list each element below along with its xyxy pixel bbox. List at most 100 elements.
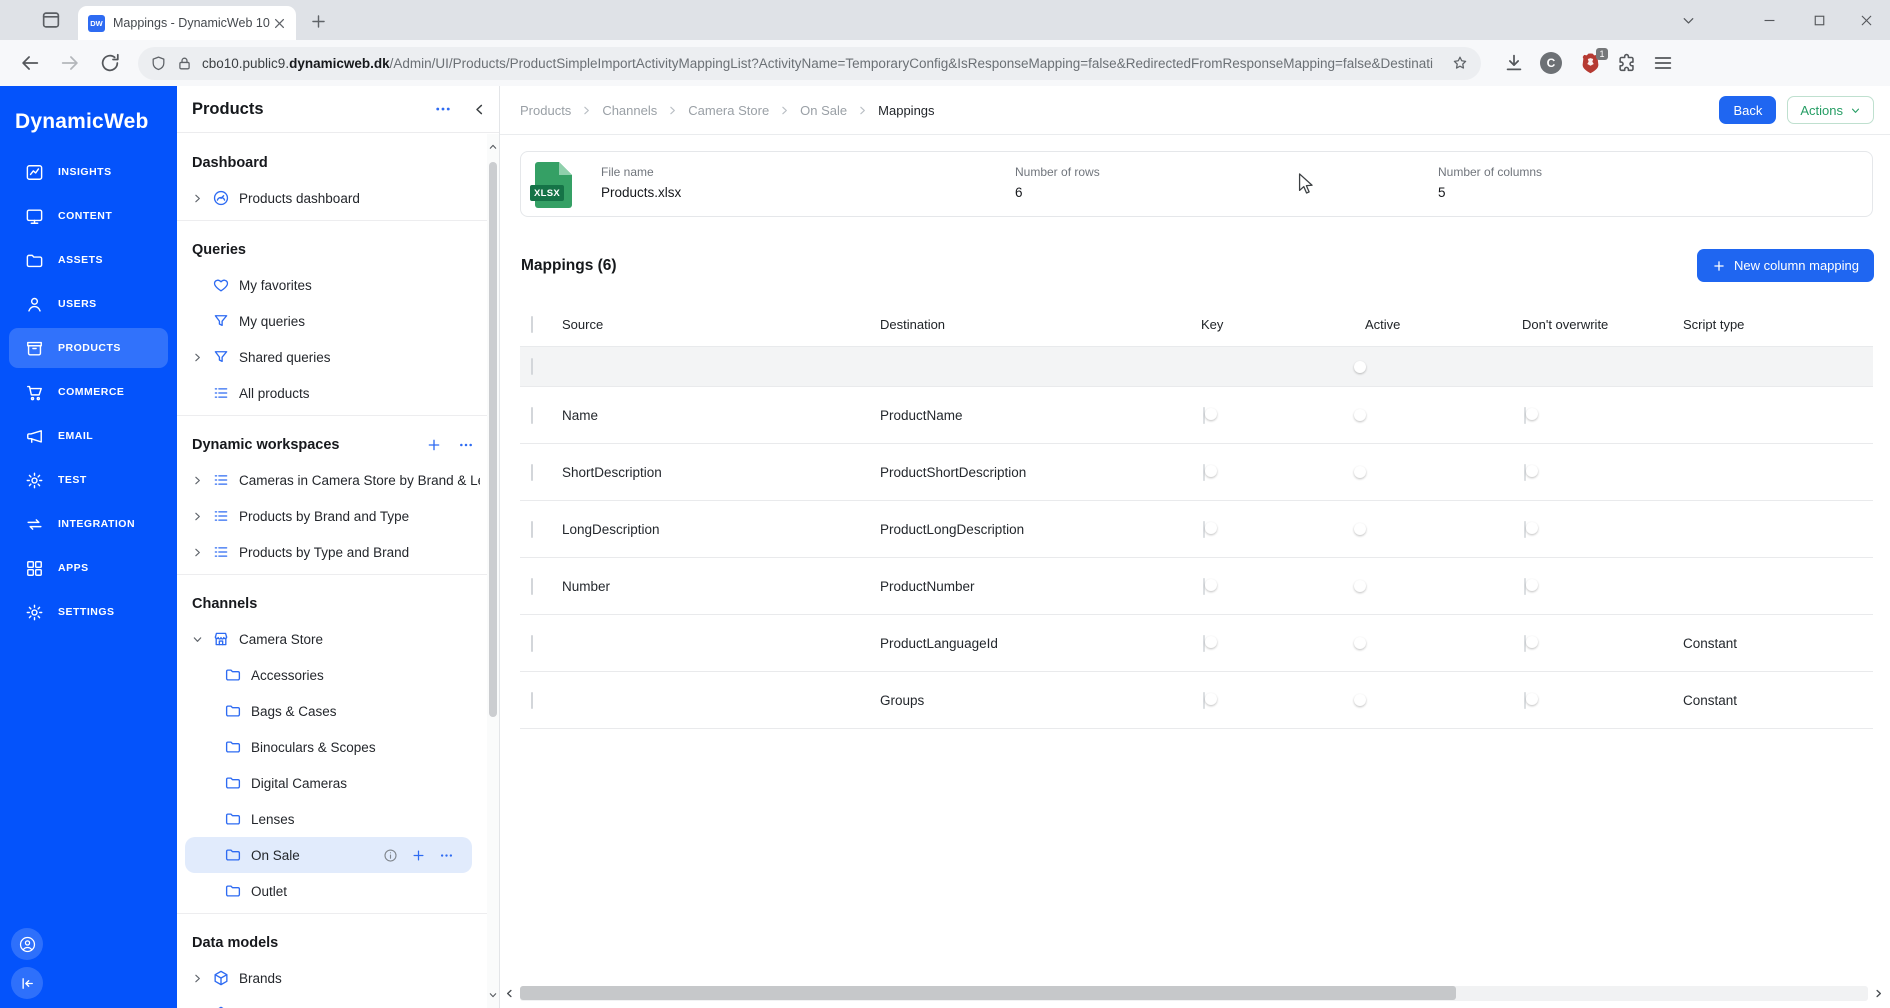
back-button[interactable]: Back [1719, 96, 1777, 124]
sidebar-item-integration[interactable]: INTEGRATION [9, 504, 168, 544]
user-avatar-button[interactable] [11, 928, 43, 960]
sidebar-item-apps[interactable]: APPS [9, 548, 168, 588]
row-checkbox[interactable] [531, 691, 533, 709]
info-icon[interactable] [383, 848, 398, 863]
browser-menu-icon[interactable] [1652, 52, 1674, 74]
tree-item-my-favorites[interactable]: My favorites [177, 267, 488, 303]
tracking-shield-icon[interactable] [150, 55, 167, 72]
toggle-off[interactable] [1203, 463, 1217, 481]
tree-item-accessories[interactable]: Accessories [189, 657, 488, 693]
tree-item-products-dashboard[interactable]: Products dashboard [177, 180, 488, 216]
row-checkbox[interactable] [531, 358, 533, 375]
lock-icon[interactable] [176, 55, 193, 72]
tree-item-all-products[interactable]: All products [177, 375, 488, 411]
chevron-right-icon[interactable] [192, 973, 212, 984]
sidebar-item-content[interactable]: CONTENT [9, 196, 168, 236]
row-checkbox[interactable] [531, 463, 533, 481]
chevron-right-icon[interactable] [192, 511, 212, 522]
tree-item-products-by-brand-and-type[interactable]: Products by Brand and Type [177, 498, 488, 534]
sidebar-item-settings[interactable]: SETTINGS [9, 592, 168, 632]
minimize-button[interactable] [1761, 12, 1778, 29]
scrollbar-thumb[interactable] [520, 986, 1456, 1000]
tree-item-my-queries[interactable]: My queries [177, 303, 488, 339]
scroll-down-icon[interactable] [488, 990, 498, 1000]
shield-extension-icon[interactable]: 1 [1580, 47, 1608, 75]
tree-item-digital-cameras[interactable]: Digital Cameras [189, 765, 488, 801]
chevron-right-icon[interactable] [192, 352, 212, 363]
panel-menu-icon[interactable] [434, 100, 452, 118]
sidebar-item-email[interactable]: EMAIL [9, 416, 168, 456]
ellipsis-icon[interactable] [439, 848, 454, 863]
toggle-off[interactable] [1203, 691, 1217, 709]
scroll-right-icon[interactable] [1873, 988, 1884, 999]
chevron-down-icon[interactable] [192, 634, 212, 645]
download-icon[interactable] [1503, 52, 1525, 74]
row-checkbox[interactable] [531, 406, 533, 424]
horizontal-scrollbar[interactable] [504, 985, 1884, 1001]
tree-item-on-sale[interactable]: On Sale [185, 837, 472, 873]
sidebar-item-test[interactable]: TEST [9, 460, 168, 500]
toggle-off[interactable] [1524, 463, 1538, 481]
breadcrumb-link[interactable]: Channels [602, 103, 657, 118]
tab-list-chevron-icon[interactable] [1680, 12, 1697, 29]
breadcrumb-link[interactable]: Camera Store [688, 103, 769, 118]
ellipsis-icon[interactable] [458, 437, 474, 453]
toggle-off[interactable] [1524, 406, 1538, 424]
plus-icon[interactable] [426, 437, 442, 453]
sidebar-item-insights[interactable]: INSIGHTS [9, 152, 168, 192]
toggle-off[interactable] [1524, 520, 1538, 538]
collapse-sidebar-button[interactable] [11, 967, 43, 999]
toggle-off[interactable] [1524, 577, 1538, 595]
sidebar-item-users[interactable]: USERS [9, 284, 168, 324]
toggle-off[interactable] [1203, 577, 1217, 595]
sidebar-item-products[interactable]: PRODUCTS [9, 328, 168, 368]
toggle-off[interactable] [1524, 691, 1538, 709]
breadcrumb-link[interactable]: On Sale [800, 103, 847, 118]
toggle-off[interactable] [1203, 406, 1217, 424]
chevron-right-icon[interactable] [192, 547, 212, 558]
new-tab-button[interactable] [309, 12, 328, 31]
toggle-off[interactable] [1203, 634, 1217, 652]
chevron-right-icon[interactable] [192, 475, 212, 486]
tree-item-cameras-in-camera-store-by-brand-le[interactable]: Cameras in Camera Store by Brand & Le [177, 462, 488, 498]
forward-nav-icon[interactable] [59, 52, 81, 74]
scroll-left-icon[interactable] [504, 988, 515, 999]
c-extension-icon[interactable]: C [1540, 52, 1562, 74]
sidebar-item-assets[interactable]: ASSETS [9, 240, 168, 280]
maximize-button[interactable] [1811, 12, 1828, 29]
bookmark-star-icon[interactable] [1451, 54, 1469, 72]
row-checkbox[interactable] [531, 634, 533, 652]
scroll-up-icon[interactable] [488, 142, 498, 152]
tree-item-outlet[interactable]: Outlet [189, 873, 488, 909]
back-nav-icon[interactable] [19, 52, 41, 74]
tree-item-shared-queries[interactable]: Shared queries [177, 339, 488, 375]
new-column-mapping-button[interactable]: New column mapping [1696, 249, 1874, 282]
url-bar[interactable]: cbo10.public9.dynamicweb.dk/Admin/UI/Pro… [138, 46, 1481, 80]
extensions-puzzle-icon[interactable] [1616, 52, 1638, 74]
panel-collapse-icon[interactable] [472, 102, 487, 117]
tree-item-products-by-type-and-brand[interactable]: Products by Type and Brand [177, 534, 488, 570]
tab-close-icon[interactable] [271, 15, 288, 32]
scrollbar-track[interactable] [520, 985, 1868, 1001]
tree-item-brands[interactable]: Brands [177, 960, 488, 996]
browser-tab[interactable]: DW Mappings - DynamicWeb 10 [78, 6, 296, 40]
panel-scrollbar-thumb[interactable] [489, 162, 497, 717]
toggle-off[interactable] [1203, 520, 1217, 538]
sidebar-item-commerce[interactable]: COMMERCE [9, 372, 168, 412]
tree-item-other[interactable]: Other [177, 996, 488, 1008]
chevron-right-icon[interactable] [192, 193, 212, 204]
plus-icon[interactable] [411, 848, 426, 863]
tree-item-binoculars-scopes[interactable]: Binoculars & Scopes [189, 729, 488, 765]
toggle-off[interactable] [1524, 634, 1538, 652]
row-checkbox[interactable] [531, 520, 533, 538]
close-button[interactable] [1858, 12, 1875, 29]
row-checkbox[interactable] [531, 577, 533, 595]
tree-item-camera-store[interactable]: Camera Store [177, 621, 488, 657]
window-outline-icon[interactable] [40, 9, 62, 31]
reload-icon[interactable] [99, 52, 121, 74]
select-all-checkbox[interactable] [531, 316, 533, 333]
tree-item-lenses[interactable]: Lenses [189, 801, 488, 837]
tree-item-bags-cases[interactable]: Bags & Cases [189, 693, 488, 729]
actions-button[interactable]: Actions [1787, 96, 1874, 124]
panel-scrollbar[interactable] [487, 134, 499, 1008]
